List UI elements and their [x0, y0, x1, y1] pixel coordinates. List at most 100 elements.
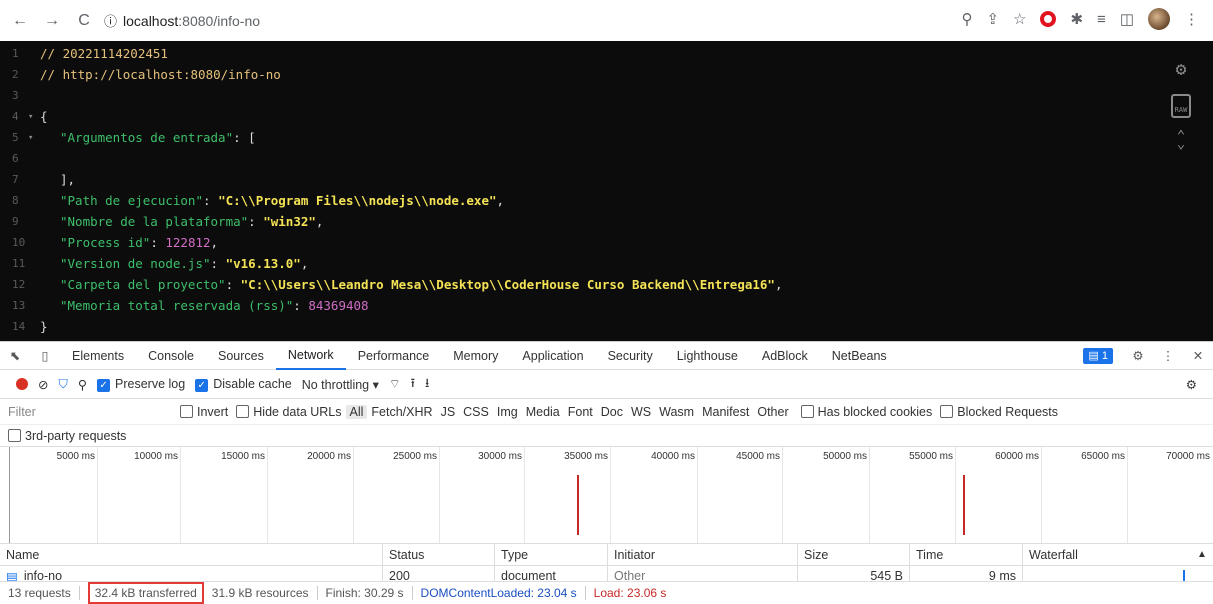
tick-label: 15000 ms: [221, 451, 265, 462]
tab-performance[interactable]: Performance: [346, 342, 442, 370]
preserve-log-checkbox[interactable]: ✓ Preserve log: [97, 377, 185, 392]
network-settings-gear-icon[interactable]: ⚙: [1186, 377, 1197, 392]
gear-icon[interactable]: ⚙: [1176, 59, 1187, 80]
url-host: localhost: [123, 12, 179, 29]
tab-network[interactable]: Network: [275, 342, 346, 370]
side-panel-icon[interactable]: ◫: [1120, 10, 1134, 28]
filter-funnel-icon[interactable]: ⛉: [58, 377, 67, 392]
filter-type-js[interactable]: JS: [437, 405, 460, 419]
col-time[interactable]: Time: [910, 544, 1023, 565]
tab-memory[interactable]: Memory: [441, 342, 510, 370]
tab-console[interactable]: Console: [136, 342, 206, 370]
extensions-puzzle-icon[interactable]: ✱: [1070, 10, 1083, 28]
load-event-marker: [963, 475, 965, 535]
tab-lighthouse[interactable]: Lighthouse: [665, 342, 750, 370]
filter-type-all[interactable]: All: [345, 404, 368, 419]
col-status[interactable]: Status: [383, 544, 495, 565]
forward-icon[interactable]: →: [40, 9, 64, 33]
network-toolbar: ⊘ ⛉ ⚲ ✓ Preserve log ✓ Disable cache No th…: [0, 370, 1213, 399]
network-conditions-icon[interactable]: ⌔: [389, 376, 401, 392]
clear-icon[interactable]: ⊘: [38, 377, 48, 392]
search-icon[interactable]: ⚲: [78, 377, 87, 392]
tab-elements[interactable]: Elements: [60, 342, 136, 370]
inspect-element-icon[interactable]: ⬉: [0, 348, 30, 363]
filter-type-fetch[interactable]: Fetch/XHR: [367, 405, 436, 419]
disable-cache-checkbox[interactable]: ✓ Disable cache: [195, 377, 292, 392]
share-icon[interactable]: ⇪: [986, 10, 999, 28]
tab-security[interactable]: Security: [596, 342, 665, 370]
tab-netbeans[interactable]: NetBeans: [820, 342, 899, 370]
tab-application[interactable]: Application: [510, 342, 595, 370]
invert-checkbox[interactable]: Invert: [180, 404, 228, 419]
issues-badge[interactable]: ▤ 1: [1083, 347, 1113, 364]
filter-type-css[interactable]: CSS: [459, 405, 493, 419]
col-type[interactable]: Type: [495, 544, 608, 565]
filter-input[interactable]: Filter: [0, 405, 180, 419]
code-line: 3: [12, 89, 19, 102]
requests-count: 13 requests: [0, 585, 80, 600]
kebab-menu-icon[interactable]: ⋮: [1153, 348, 1183, 363]
url-path: :8080/info-no: [178, 12, 261, 29]
col-name[interactable]: Name: [0, 544, 383, 565]
code-line: 11 "Version de node.js": "v16.13.0",: [12, 256, 309, 271]
dom-content-loaded: DOMContentLoaded: 23.04 s: [413, 585, 586, 600]
address-bar[interactable]: ⓘ localhost:8080/info-no: [104, 9, 260, 32]
reading-list-icon[interactable]: ≡: [1097, 11, 1106, 28]
filter-type-ws[interactable]: WS: [627, 405, 655, 419]
reload-icon[interactable]: C: [72, 9, 96, 33]
tab-adblock[interactable]: AdBlock: [750, 342, 820, 370]
tick-label: 20000 ms: [307, 451, 351, 462]
fold-toggle-icon[interactable]: ▾: [28, 133, 40, 143]
filter-type-font[interactable]: Font: [564, 405, 597, 419]
bookmark-star-icon[interactable]: ☆: [1013, 10, 1026, 28]
code-line: 1// 20221114202451: [12, 46, 168, 61]
col-waterfall[interactable]: Waterfall: [1023, 544, 1193, 565]
blocked-requests-checkbox[interactable]: Blocked Requests: [940, 404, 1058, 419]
blocked-cookies-checkbox[interactable]: Has blocked cookies: [800, 404, 932, 419]
code-line: 8 "Path de ejecucion": "C:\\Program Files…: [12, 193, 505, 208]
code-line: 13 "Memoria total reservada (rss)": 84369…: [12, 298, 369, 313]
tick-label: 55000 ms: [909, 451, 953, 462]
back-icon[interactable]: ←: [8, 9, 32, 33]
code-line: 6: [12, 152, 19, 165]
filter-type-img[interactable]: Img: [493, 405, 522, 419]
throttling-select[interactable]: No throttling ▾: [302, 377, 379, 392]
record-icon[interactable]: [16, 378, 28, 390]
network-overview-timeline[interactable]: 5000 ms 10000 ms 15000 ms 20000 ms 25000…: [0, 447, 1213, 544]
menu-kebab-icon[interactable]: ⋮: [1184, 10, 1199, 28]
transferred-size: 32.4 kB transferred: [87, 581, 204, 604]
fold-toggle-icon[interactable]: ▾: [28, 112, 40, 122]
col-size[interactable]: Size: [798, 544, 910, 565]
col-initiator[interactable]: Initiator: [608, 544, 798, 565]
code-line: 12 "Carpeta del proyecto": "C:\\Users\\Le…: [12, 277, 783, 292]
info-icon[interactable]: ⓘ: [104, 11, 117, 30]
filter-type-media[interactable]: Media: [522, 405, 564, 419]
tick-label: 25000 ms: [393, 451, 437, 462]
zoom-icon[interactable]: ⚲: [961, 10, 972, 28]
profile-avatar[interactable]: [1148, 8, 1170, 30]
devtools-panel: ⬉ ▯ Elements Console Sources Network Per…: [0, 341, 1213, 604]
tick-label: 30000 ms: [478, 451, 522, 462]
code-line: 5 ▾ "Argumentos de entrada": [: [12, 130, 256, 145]
sort-asc-icon[interactable]: ▲: [1197, 549, 1207, 560]
filter-type-wasm[interactable]: Wasm: [655, 405, 698, 419]
hide-data-urls-checkbox[interactable]: Hide data URLs: [236, 404, 342, 419]
import-har-icon[interactable]: ⭱: [411, 374, 415, 395]
raw-view-icon[interactable]: RAW: [1171, 94, 1191, 118]
filter-type-other[interactable]: Other: [753, 405, 792, 419]
close-icon[interactable]: ✕: [1183, 348, 1213, 363]
tab-sources[interactable]: Sources: [206, 342, 276, 370]
settings-gear-icon[interactable]: ⚙: [1123, 348, 1153, 363]
export-har-icon[interactable]: ⭳: [425, 374, 429, 395]
tick-label: 65000 ms: [1081, 451, 1125, 462]
third-party-checkbox[interactable]: 3rd-party requests: [0, 425, 1213, 447]
filter-bar: Filter Invert Hide data URLs All Fetch/X…: [0, 399, 1213, 425]
code-line: 10 "Process id": 122812,: [12, 235, 219, 250]
filter-type-doc[interactable]: Doc: [597, 405, 627, 419]
filter-type-manifest[interactable]: Manifest: [698, 405, 753, 419]
tick-label: 50000 ms: [823, 451, 867, 462]
device-toolbar-icon[interactable]: ▯: [30, 348, 60, 363]
opera-extension-icon[interactable]: [1040, 11, 1057, 27]
resources-size: 31.9 kB resources: [204, 585, 318, 600]
chevron-up-icon[interactable]: ⌃ ⌄: [1177, 129, 1185, 151]
